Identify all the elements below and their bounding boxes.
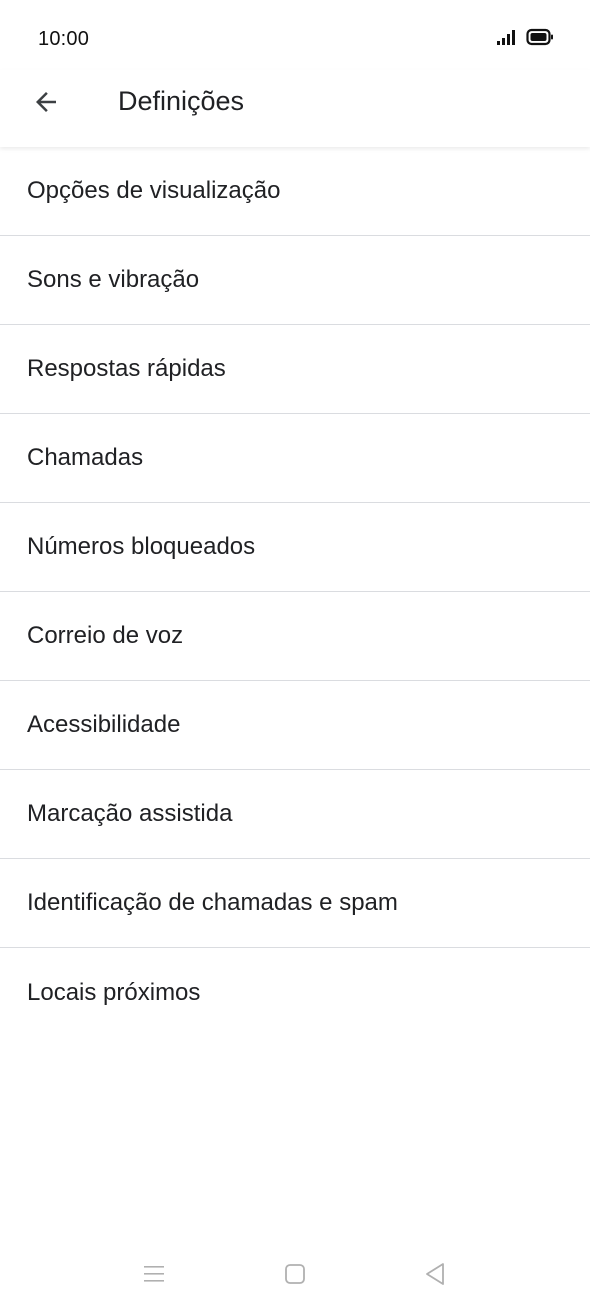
toolbar: Definições (0, 70, 590, 147)
settings-item-quick-responses[interactable]: Respostas rápidas (0, 325, 590, 414)
settings-item-voicemail[interactable]: Correio de voz (0, 592, 590, 681)
back-button[interactable] (22, 80, 70, 128)
home-square-icon (284, 1263, 306, 1290)
settings-item-sounds-vibration[interactable]: Sons e vibração (0, 236, 590, 325)
nav-menu-button[interactable] (134, 1260, 174, 1292)
status-time: 10:00 (38, 28, 90, 50)
page-title: Definições (118, 86, 245, 116)
settings-item-accessibility[interactable]: Acessibilidade (0, 681, 590, 770)
status-bar: 10:00 (0, 0, 590, 70)
settings-item-caller-id-spam[interactable]: Identificação de chamadas e spam (0, 859, 590, 948)
signal-icon (496, 29, 518, 50)
status-icons (496, 28, 554, 51)
navigation-bar (0, 1240, 590, 1312)
nav-back-button[interactable] (415, 1260, 455, 1292)
battery-icon (526, 28, 554, 51)
back-triangle-icon (424, 1262, 446, 1291)
menu-icon (142, 1263, 166, 1290)
settings-item-display-options[interactable]: Opções de visualização (0, 147, 590, 236)
settings-item-calls[interactable]: Chamadas (0, 414, 590, 503)
settings-item-nearby-places[interactable]: Locais próximos (0, 948, 590, 1037)
settings-list: Opções de visualização Sons e vibração R… (0, 147, 590, 1037)
settings-item-assisted-dialing[interactable]: Marcação assistida (0, 770, 590, 859)
arrow-back-icon (31, 87, 61, 122)
nav-home-button[interactable] (275, 1260, 315, 1292)
settings-item-blocked-numbers[interactable]: Números bloqueados (0, 503, 590, 592)
